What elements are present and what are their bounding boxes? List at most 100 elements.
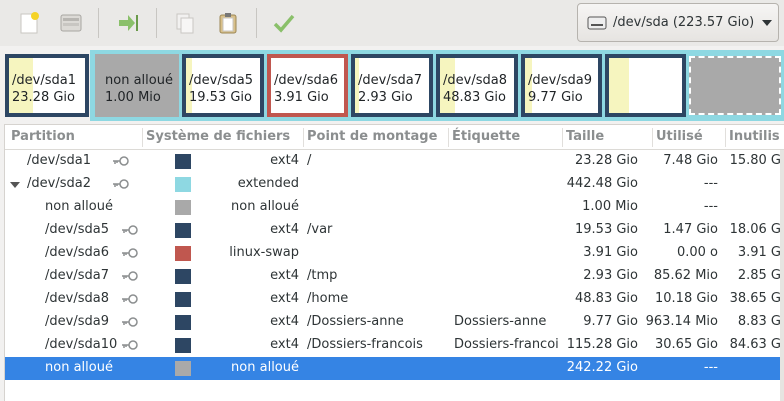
used-space: 963.14 Mio (645, 314, 718, 329)
table-row[interactable]: /dev/sda7 ext4/tmp 2.93 Gio 85.62 Mio 2.85 G (5, 265, 784, 288)
toolbar-separator (98, 8, 99, 38)
filesystem-type: ext4 (270, 314, 299, 329)
mount-point: /Dossiers-francois (307, 337, 423, 352)
segment-name: /dev/sda5 (189, 73, 253, 88)
table-row[interactable]: /dev/sda1 ext4 / 23.28 Gio 7.48 Gio 15.80 G (5, 150, 784, 173)
paste-button[interactable] (212, 7, 244, 39)
device-label: /dev/sda (223.57 Gio) (613, 15, 755, 30)
map-segment-label: /dev/sda8 48.83 Gio (443, 72, 507, 106)
unused-space: 3.91 G (737, 245, 781, 260)
partition-size: 1.00 Mio (582, 199, 638, 214)
column-header[interactable]: Point de montage (307, 129, 437, 144)
filesystem-color-swatch (175, 200, 191, 215)
paste-icon (219, 13, 237, 34)
key-icon (113, 179, 129, 189)
map-segment[interactable]: /dev/sda7 2.93 Gio (351, 54, 433, 117)
filesystem-color-swatch (175, 223, 191, 238)
used-space: 85.62 Mio (653, 268, 718, 283)
table-row[interactable]: /dev/sda2 extended 442.48 Gio --- (5, 173, 784, 196)
column-header[interactable]: Partition (11, 129, 75, 144)
new-partition-icon (20, 12, 39, 34)
drive-icon (587, 16, 607, 29)
column-separator[interactable] (303, 128, 304, 147)
new-partition-button[interactable] (13, 7, 45, 39)
filesystem-type: linux-swap (229, 245, 299, 260)
segment-size: 9.77 Gio (528, 90, 583, 105)
map-segment[interactable] (689, 56, 781, 115)
used-space: 7.48 Gio (663, 153, 718, 168)
unused-space: 84.63 G (729, 337, 781, 352)
table-row[interactable]: non alloué non alloué 242.22 Gio --- (5, 357, 784, 380)
toolbar-separator (256, 8, 257, 38)
map-segment[interactable]: /dev/sda6 3.91 Gio (267, 54, 348, 117)
segment-size: 3.91 Gio (274, 90, 329, 105)
list-header: Partition Système de fichiers Point de mon… (5, 125, 784, 150)
mount-point: /Dossiers-anne (307, 314, 404, 329)
table-row[interactable]: /dev/sda5 ext4/var 19.53 Gio 1.47 Gio 18.06 … (5, 219, 784, 242)
partition-size: 19.53 Gio (575, 222, 638, 237)
partition-size: 2.93 Gio (583, 268, 638, 283)
column-separator[interactable] (142, 128, 143, 147)
map-segment[interactable]: /dev/sda9 9.77 Gio (521, 54, 602, 117)
unused-space: 15.80 G (729, 153, 781, 168)
filesystem-color-swatch (175, 269, 191, 284)
vertical-scrollbar[interactable] (780, 150, 784, 401)
partition-label: Dossiers-anne (454, 314, 547, 329)
partition-size: 442.48 Gio (566, 176, 638, 191)
segment-name: non alloué (105, 73, 173, 88)
filesystem-type: ext4 (270, 337, 299, 352)
column-separator[interactable] (652, 128, 653, 147)
table-row[interactable]: /dev/sda8 ext4/home 48.83 Gio 10.18 Gio 38.6… (5, 288, 784, 311)
column-separator[interactable] (562, 128, 563, 147)
filesystem-color-swatch (175, 177, 191, 192)
copy-button[interactable] (169, 7, 201, 39)
apply-button[interactable] (268, 7, 300, 39)
unused-space: 8.83 G (737, 314, 781, 329)
partition-size: 48.83 Gio (575, 291, 638, 306)
segment-size: 2.93 Gio (358, 90, 413, 105)
column-separator[interactable] (725, 128, 726, 147)
delete-partition-button[interactable] (55, 7, 87, 39)
partition-list: Partition Système de fichiers Point de mon… (4, 124, 784, 401)
map-segment[interactable]: non alloué 1.00 Mio (95, 54, 179, 117)
map-segment[interactable]: /dev/sda1 23.28 Gio (5, 54, 89, 117)
map-segment[interactable]: /dev/sda8 48.83 Gio (436, 54, 518, 117)
key-icon (122, 340, 138, 350)
segment-size: 48.83 Gio (443, 90, 506, 105)
map-segment[interactable] (605, 54, 686, 117)
map-segment-label: /dev/sda7 2.93 Gio (358, 72, 422, 106)
partition-size: 242.22 Gio (566, 360, 638, 375)
partition-name: /dev/sda5 (45, 222, 109, 237)
filesystem-type: non alloué (231, 360, 299, 375)
device-selector[interactable]: /dev/sda (223.57 Gio) (577, 3, 779, 42)
expander-arrow-icon[interactable] (10, 182, 20, 188)
partition-size: 9.77 Gio (583, 314, 638, 329)
column-header[interactable]: Système de fichiers (146, 129, 290, 144)
column-header[interactable]: Étiquette (452, 129, 520, 144)
column-header[interactable]: Inutilis (729, 129, 780, 144)
column-header[interactable]: Utilisé (656, 129, 703, 144)
map-segment[interactable]: /dev/sda5 19.53 Gio (182, 54, 264, 117)
resize-move-button[interactable] (112, 7, 144, 39)
copy-icon (176, 13, 194, 34)
used-space: --- (703, 176, 718, 191)
map-segment-label: /dev/sda6 3.91 Gio (274, 72, 338, 106)
partition-name: /dev/sda8 (45, 291, 109, 306)
table-row[interactable]: non alloué non alloué 1.00 Mio --- (5, 196, 784, 219)
filesystem-type: ext4 (270, 222, 299, 237)
column-header[interactable]: Taille (566, 129, 604, 144)
table-row[interactable]: /dev/sda9 ext4/Dossiers-anne Dossiers-anne… (5, 311, 784, 334)
filesystem-color-swatch (175, 292, 191, 307)
filesystem-type: non alloué (231, 199, 299, 214)
chevron-down-icon (762, 19, 773, 26)
toolbar-separator (156, 8, 157, 38)
column-separator[interactable] (448, 128, 449, 147)
used-space: --- (703, 199, 718, 214)
key-icon (122, 248, 138, 258)
partition-name: /dev/sda6 (45, 245, 109, 260)
table-row[interactable]: /dev/sda10 ext4/Dossiers-francois Dossiers… (5, 334, 784, 357)
map-segment-label: non alloué 1.00 Mio (105, 72, 173, 106)
partition-size: 3.91 Gio (583, 245, 638, 260)
partition-size: 115.28 Gio (566, 337, 638, 352)
table-row[interactable]: /dev/sda6 linux-swap 3.91 Gio 0.00 o 3.91 G (5, 242, 784, 265)
